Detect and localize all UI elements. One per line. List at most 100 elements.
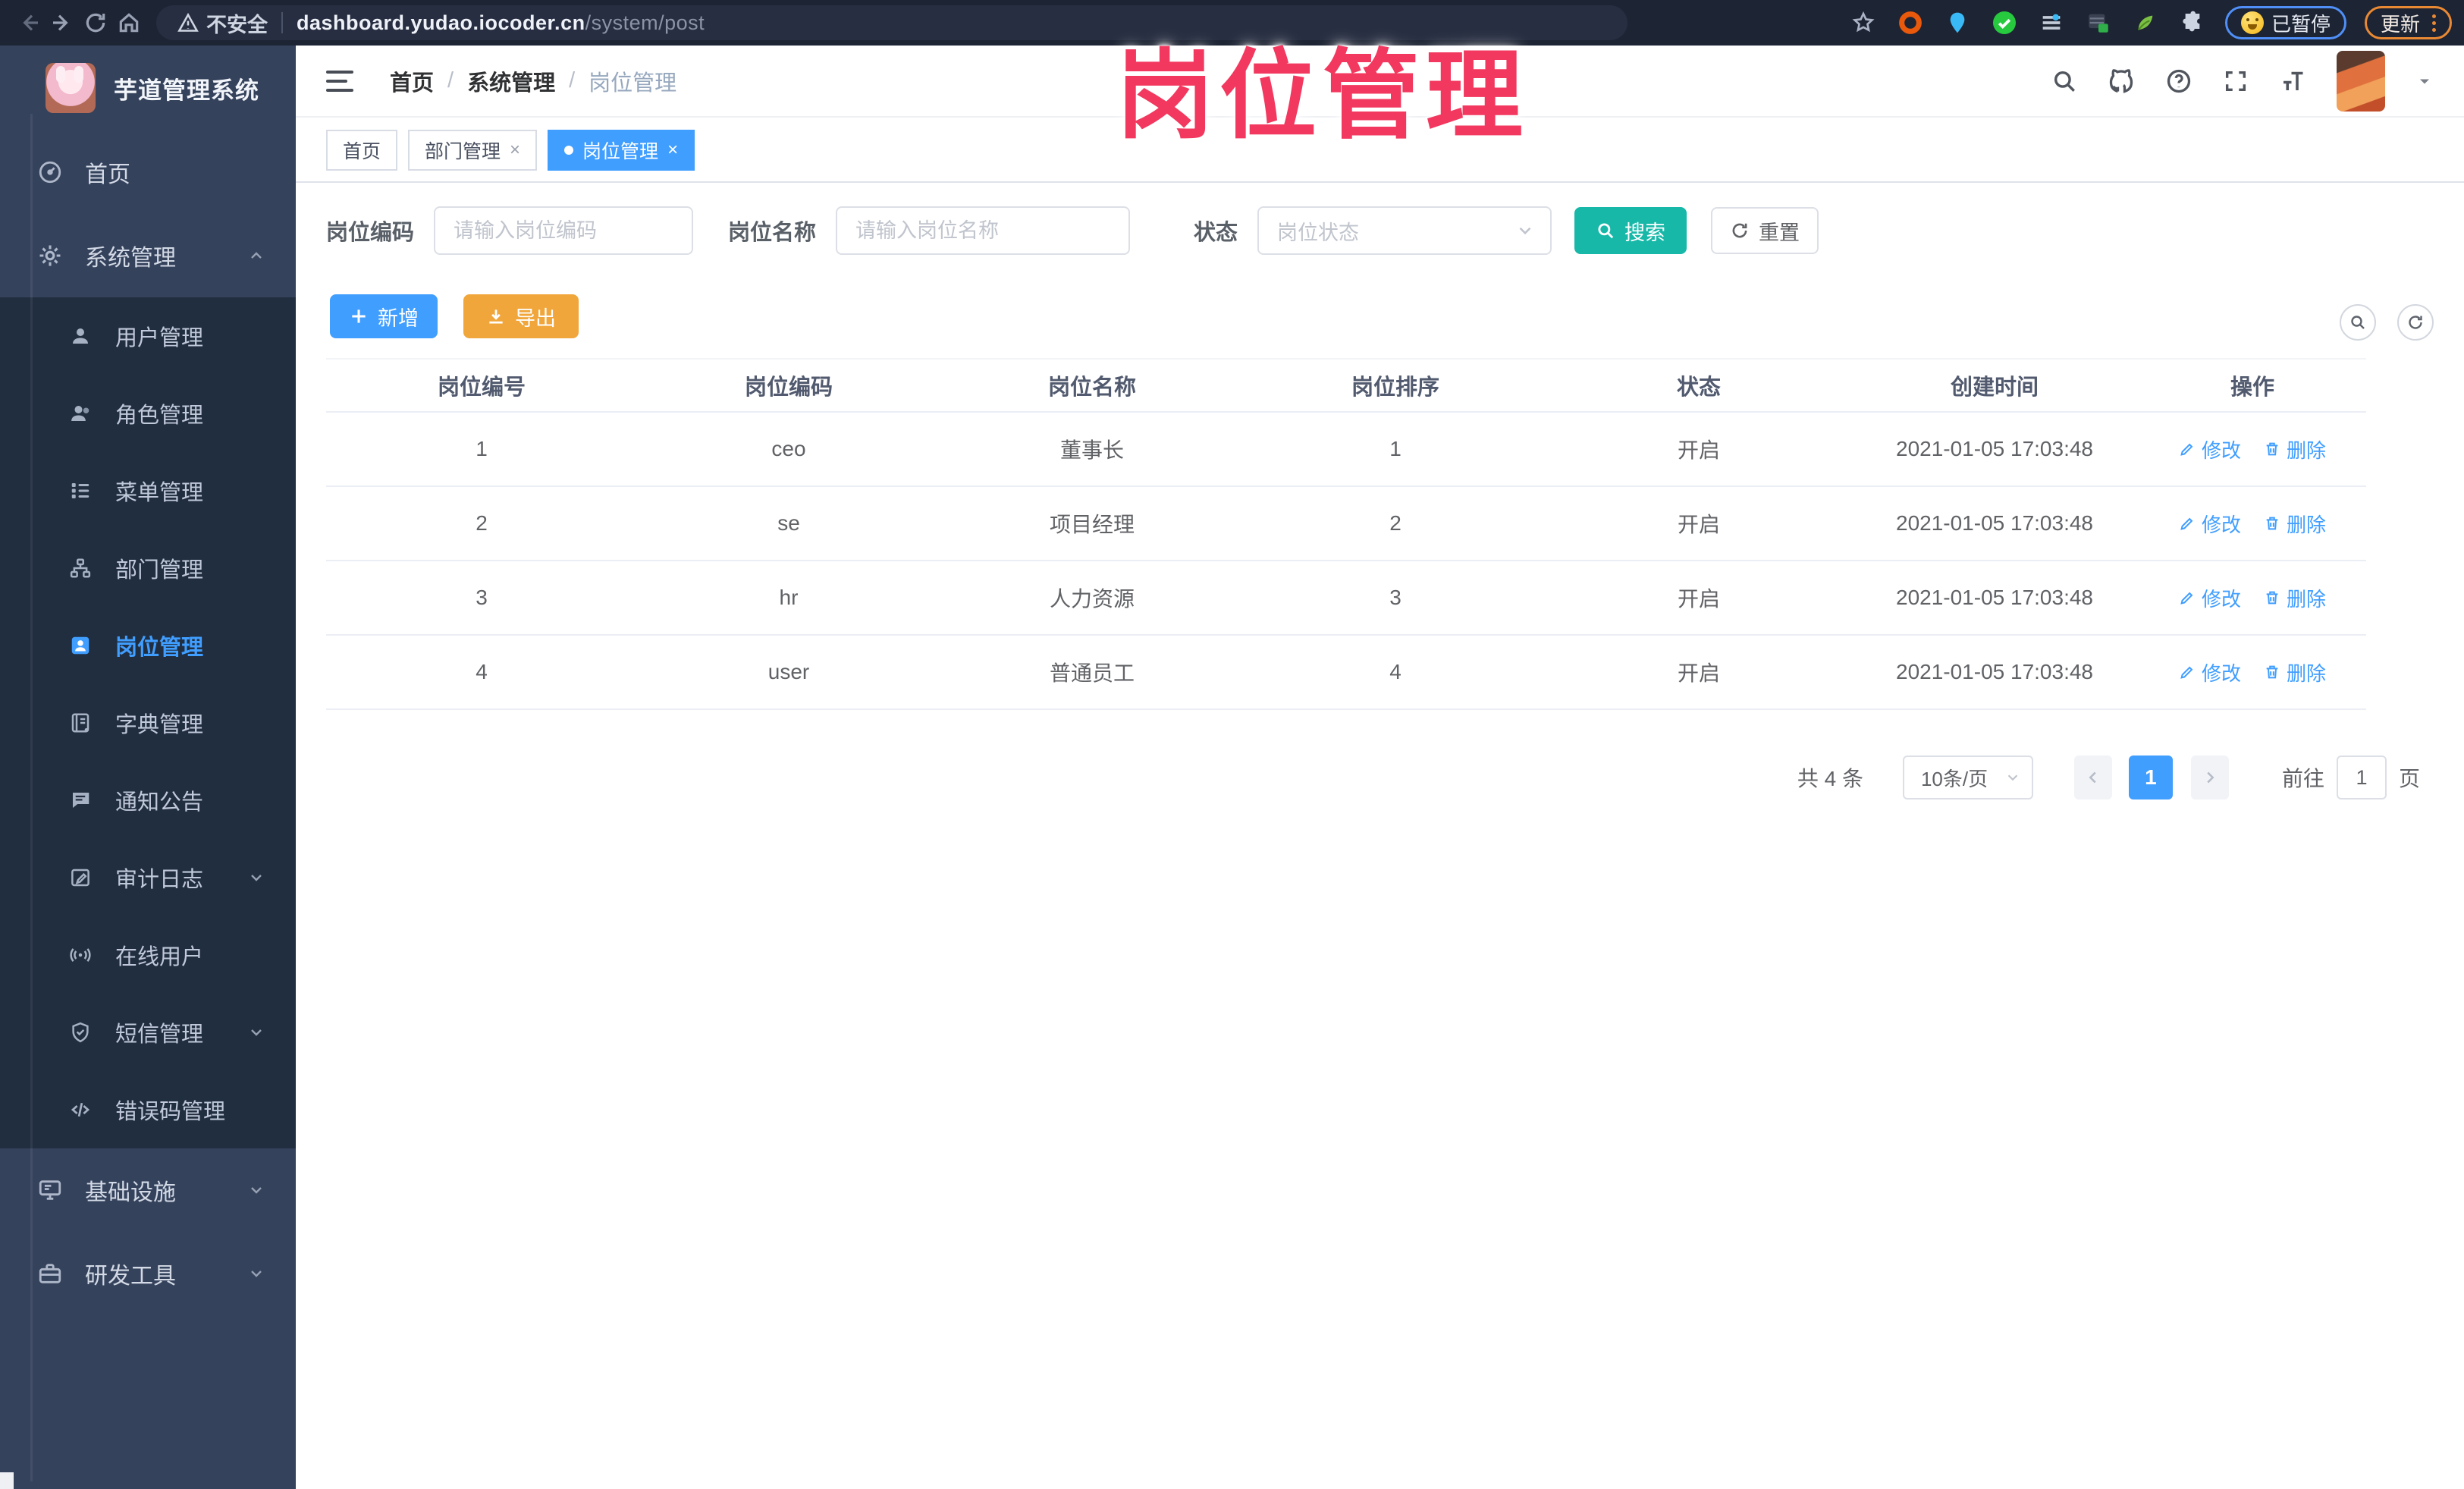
github-icon[interactable] bbox=[2108, 68, 2135, 95]
sidebar-item-infra[interactable]: 基础设施 bbox=[0, 1148, 296, 1232]
app-logo-row[interactable]: 芋道管理系统 bbox=[0, 46, 296, 130]
status-text: 开启 bbox=[1677, 438, 1720, 462]
status-select[interactable]: 岗位状态 bbox=[1257, 206, 1552, 255]
sidebar-item-depts[interactable]: 部门管理 bbox=[0, 529, 296, 607]
post-name-input[interactable] bbox=[836, 206, 1131, 255]
breadcrumb-home[interactable]: 首页 bbox=[390, 65, 434, 97]
page-size-select[interactable]: 10条/页 bbox=[1902, 755, 2033, 799]
toggle-search-button[interactable] bbox=[2340, 304, 2376, 341]
post-code-input[interactable] bbox=[434, 206, 694, 255]
extension-sliders-icon[interactable] bbox=[2037, 8, 2066, 37]
back-icon[interactable] bbox=[12, 6, 46, 39]
menu-list-icon bbox=[67, 479, 94, 502]
sidebar-item-posts[interactable]: 岗位管理 bbox=[0, 607, 296, 684]
sidebar-item-menus[interactable]: 菜单管理 bbox=[0, 452, 296, 529]
sidebar-item-dicts[interactable]: 字典管理 bbox=[0, 684, 296, 762]
help-icon[interactable] bbox=[2165, 68, 2192, 95]
delete-link[interactable]: 删除 bbox=[2264, 584, 2326, 612]
chevron-down-icon bbox=[247, 869, 265, 887]
delete-link[interactable]: 删除 bbox=[2264, 658, 2326, 686]
refresh-icon bbox=[1732, 223, 1747, 238]
sidebar-submenu-system: 用户管理 角色管理 菜单管理 部门管理 岗位管理 字典管理 通知公告 审计日志 … bbox=[0, 297, 296, 1148]
goto-page-input[interactable] bbox=[2336, 755, 2387, 799]
url-divider bbox=[281, 12, 283, 33]
sidebar-item-sms[interactable]: 短信管理 bbox=[0, 994, 296, 1071]
sidebar-item-audit[interactable]: 审计日志 bbox=[0, 839, 296, 916]
search-icon[interactable] bbox=[2051, 68, 2077, 94]
sidebar-label: 用户管理 bbox=[115, 326, 204, 350]
browser-menu-icon[interactable] bbox=[2432, 14, 2436, 32]
forward-icon[interactable] bbox=[46, 6, 79, 39]
sidebar-item-roles[interactable]: 角色管理 bbox=[0, 375, 296, 452]
caret-down-icon[interactable] bbox=[2415, 72, 2434, 90]
tab-post[interactable]: 岗位管理 × bbox=[548, 130, 695, 171]
sidebar-scrollbar[interactable] bbox=[30, 114, 33, 1481]
extension-blue-pin-icon[interactable] bbox=[1943, 8, 1972, 37]
next-page-button[interactable] bbox=[2190, 755, 2229, 799]
refresh-table-button[interactable] bbox=[2397, 304, 2434, 341]
sidebar-label: 字典管理 bbox=[115, 713, 204, 737]
sidebar-item-online[interactable]: 在线用户 bbox=[0, 916, 296, 994]
font-size-icon[interactable] bbox=[2279, 68, 2306, 95]
home-icon[interactable] bbox=[112, 6, 146, 39]
column-header: 岗位排序 bbox=[1351, 375, 1439, 400]
post-badge-icon bbox=[67, 634, 94, 657]
edit-link[interactable]: 修改 bbox=[2179, 435, 2241, 463]
sidebar-label: 岗位管理 bbox=[115, 636, 204, 660]
audit-log-icon bbox=[67, 866, 94, 889]
edit-link[interactable]: 修改 bbox=[2179, 658, 2241, 686]
prev-page-button[interactable] bbox=[2073, 755, 2112, 799]
reload-icon[interactable] bbox=[79, 6, 112, 39]
pencil-icon bbox=[2180, 517, 2193, 530]
bookmark-star-icon[interactable] bbox=[1849, 8, 1878, 37]
update-browser-button[interactable]: 更新 bbox=[2364, 6, 2452, 39]
page-number-1[interactable]: 1 bbox=[2128, 755, 2173, 799]
sidebar-item-errcodes[interactable]: 错误码管理 bbox=[0, 1071, 296, 1148]
extension-table-icon[interactable] bbox=[2084, 8, 2113, 37]
update-label: 更新 bbox=[2380, 12, 2420, 36]
paused-extension-pill[interactable]: 已暂停 bbox=[2224, 6, 2346, 39]
extension-orange-ring-icon[interactable] bbox=[1896, 8, 1925, 37]
export-button[interactable]: 导出 bbox=[463, 294, 579, 338]
tab-dept[interactable]: 部门管理 × bbox=[408, 130, 538, 171]
sidebar-item-devtools[interactable]: 研发工具 bbox=[0, 1232, 296, 1315]
goto-label: 前往 bbox=[2281, 767, 2324, 790]
sms-shield-icon bbox=[67, 1021, 94, 1044]
sidebar-item-home[interactable]: 首页 bbox=[0, 130, 296, 214]
fullscreen-icon[interactable] bbox=[2223, 68, 2249, 94]
table-toolbar: 新增 导出 bbox=[330, 294, 579, 338]
avatar[interactable] bbox=[2337, 50, 2385, 112]
breadcrumb-system[interactable]: 系统管理 bbox=[467, 65, 555, 97]
pencil-icon bbox=[2180, 666, 2193, 679]
search-button[interactable]: 搜索 bbox=[1574, 207, 1687, 254]
edit-link[interactable]: 修改 bbox=[2179, 584, 2241, 612]
emoji-face-icon bbox=[2240, 11, 2264, 34]
tab-home[interactable]: 首页 bbox=[326, 130, 398, 171]
column-header: 岗位名称 bbox=[1047, 375, 1136, 400]
breadcrumb-separator: / bbox=[447, 68, 454, 93]
sidebar-label: 短信管理 bbox=[115, 1023, 204, 1047]
add-button[interactable]: 新增 bbox=[330, 294, 438, 338]
close-icon[interactable]: × bbox=[667, 141, 678, 159]
edit-link[interactable]: 修改 bbox=[2179, 510, 2241, 538]
chevron-up-icon bbox=[247, 247, 265, 265]
sidebar-item-notices[interactable]: 通知公告 bbox=[0, 762, 296, 839]
table-row: 4 user 普通员工 4 开启 2021-01-05 17:03:48 修改 … bbox=[326, 636, 2366, 710]
delete-link[interactable]: 删除 bbox=[2264, 510, 2326, 538]
sidebar-item-users[interactable]: 用户管理 bbox=[0, 297, 296, 375]
close-icon[interactable]: × bbox=[510, 141, 520, 159]
org-tree-icon bbox=[67, 557, 94, 580]
reset-button[interactable]: 重置 bbox=[1711, 207, 1819, 254]
sidebar-item-system[interactable]: 系统管理 bbox=[0, 214, 296, 297]
chevron-down-icon bbox=[247, 1023, 265, 1041]
pencil-icon bbox=[2180, 443, 2193, 456]
extension-green-check-icon[interactable] bbox=[1990, 8, 2019, 37]
url-host: dashboard.yudao.iocoder.cn bbox=[297, 11, 585, 34]
sidebar-toggle-icon[interactable] bbox=[326, 64, 359, 98]
extensions-puzzle-icon[interactable] bbox=[2178, 8, 2207, 37]
extension-leaf-icon[interactable] bbox=[2131, 8, 2160, 37]
delete-link[interactable]: 删除 bbox=[2264, 435, 2326, 463]
announcement-icon bbox=[67, 789, 94, 812]
gear-icon bbox=[36, 243, 64, 269]
sidebar-label: 角色管理 bbox=[115, 404, 204, 428]
